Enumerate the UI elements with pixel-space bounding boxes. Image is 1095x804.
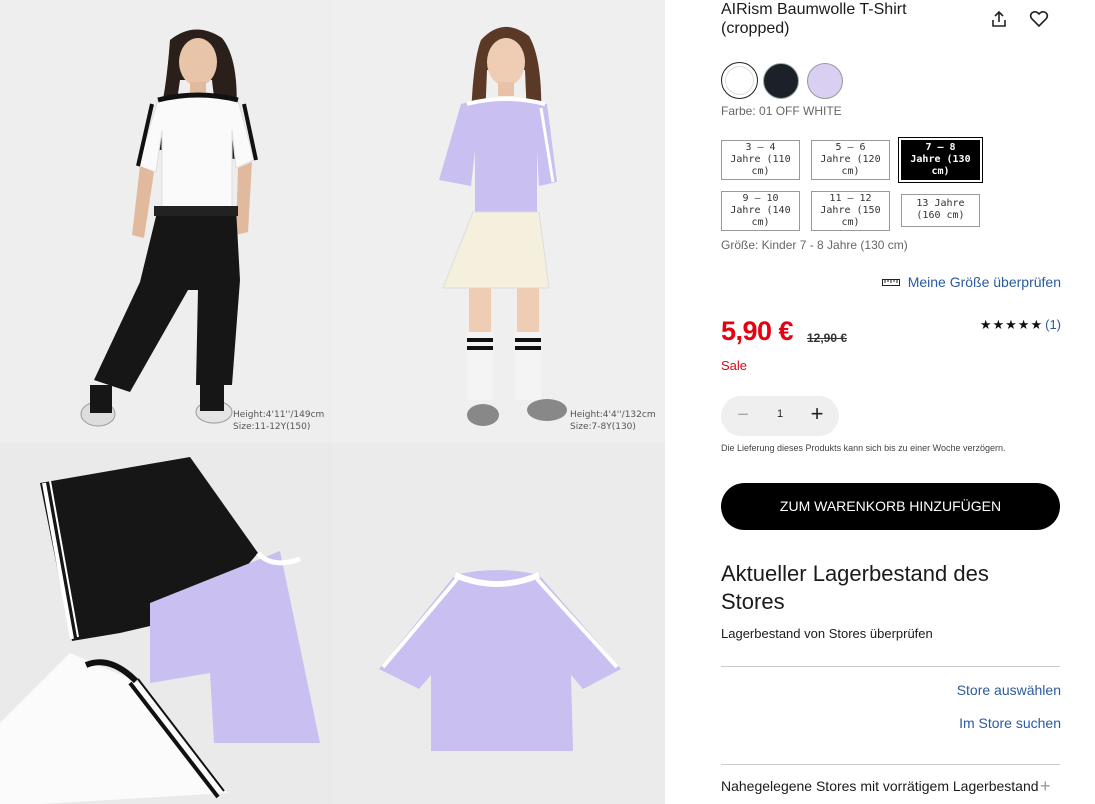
size-option-3-4[interactable]: 3 – 4 Jahre (110 cm) <box>721 140 800 180</box>
size-option-11-12[interactable]: 11 – 12 Jahre (150 cm) <box>811 191 890 231</box>
increase-quantity-button[interactable]: + <box>807 403 827 426</box>
heart-icon[interactable] <box>1029 9 1049 29</box>
quantity-stepper: − 1 + <box>721 396 839 436</box>
rating-stars: ★★★★★ <box>979 317 1044 332</box>
store-stock-heading: Aktueller Lagerbestand des Stores <box>721 561 989 614</box>
sale-price: 5,90 € <box>721 316 794 346</box>
divider <box>721 764 1060 765</box>
ruler-icon <box>881 279 900 286</box>
gallery-image-product[interactable] <box>333 443 665 804</box>
product-details-panel: AIRism Baumwolle T-Shirt (cropped) Farbe… <box>721 0 1061 804</box>
expand-plus-icon[interactable]: + <box>1040 776 1051 797</box>
original-price: 12,90 € <box>807 331 848 345</box>
quantity-value[interactable]: 1 <box>773 408 787 420</box>
nearby-stores-accordion[interactable]: Nahegelegene Stores mit vorrätigem Lager… <box>721 778 1039 794</box>
gallery-image-model-2[interactable]: Height:4'4''/132cm Size:7-8Y(130) <box>333 0 665 443</box>
share-icon[interactable] <box>989 9 1009 29</box>
selected-color-label: Farbe: 01 OFF WHITE <box>721 104 842 118</box>
select-store-link[interactable]: Store auswählen <box>957 682 1061 698</box>
sale-badge: Sale <box>721 358 748 373</box>
add-to-cart-button[interactable]: ZUM WARENKORB HINZUFÜGEN <box>721 483 1060 530</box>
selected-size-label: Größe: Kinder 7 - 8 Jahre (130 cm) <box>721 238 908 252</box>
model-caption: Height:4'11''/149cm Size:11-12Y(150) <box>233 410 325 432</box>
rating[interactable]: ★★★★★ (1) <box>980 317 1061 333</box>
product-title: AIRism Baumwolle T-Shirt (cropped) <box>721 1 907 37</box>
gallery-image-flatlay[interactable] <box>0 443 333 804</box>
review-count[interactable]: (1) <box>1045 317 1061 332</box>
product-gallery: Height:4'11''/149cm Size:11-12Y(150) Hei… <box>0 0 665 804</box>
store-stock-subheading: Lagerbestand von Stores überprüfen <box>721 626 933 641</box>
color-swatch-navy[interactable] <box>763 63 799 99</box>
size-option-13[interactable]: 13 Jahre (160 cm) <box>901 194 980 227</box>
divider <box>721 666 1060 667</box>
color-swatch-purple[interactable] <box>807 63 843 99</box>
size-option-7-8[interactable]: 7 – 8 Jahre (130 cm) <box>898 137 983 183</box>
check-size-link[interactable]: Meine Größe überprüfen <box>881 274 1061 290</box>
size-option-9-10[interactable]: 9 – 10 Jahre (140 cm) <box>721 191 800 231</box>
decrease-quantity-button[interactable]: − <box>733 405 753 426</box>
search-store-link[interactable]: Im Store suchen <box>959 715 1061 731</box>
size-option-5-6[interactable]: 5 – 6 Jahre (120 cm) <box>811 140 890 180</box>
color-swatch-off-white[interactable] <box>721 62 758 99</box>
delivery-note: Die Lieferung dieses Produkts kann sich … <box>721 443 1006 453</box>
gallery-image-model-1[interactable]: Height:4'11''/149cm Size:11-12Y(150) <box>0 0 333 443</box>
model-caption: Height:4'4''/132cm Size:7-8Y(130) <box>570 410 656 432</box>
